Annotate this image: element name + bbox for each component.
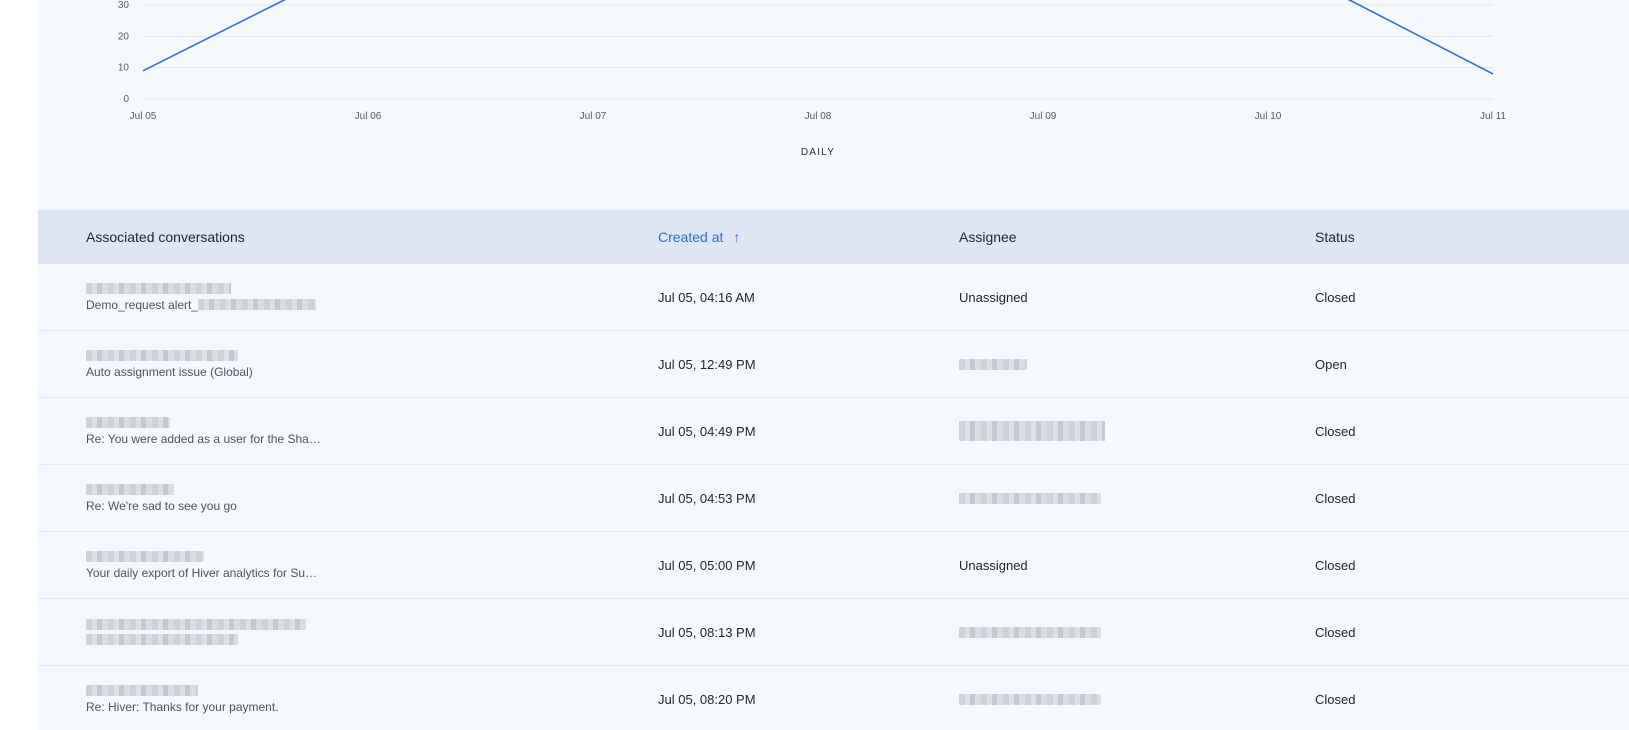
conversation-cell[interactable] [86,599,306,665]
redacted-subject-part [86,634,238,645]
redacted-requester [86,684,198,696]
redacted-requester [86,550,204,562]
table-row[interactable]: Jul 05, 08:13 PM Closed [38,599,1629,666]
conversation-subject-line: Auto assignment issue (Global) [86,365,253,379]
assignee-cell [959,398,1105,464]
x-axis-label: DAILY [801,147,835,158]
status-cell: Closed [1315,490,1356,506]
table-row[interactable]: Auto assignment issue (Global) Jul 05, 12… [38,331,1629,398]
status-cell: Closed [1315,423,1356,439]
status-cell: Closed [1315,557,1356,573]
series-line [142,0,1494,75]
assignee-cell [959,666,1101,730]
created-at-cell: Jul 05, 04:49 PM [658,423,756,439]
redacted-assignee [959,421,1105,441]
conversation-subject: Re: Hiver: Thanks for your payment. [86,699,279,714]
x-tick-label: Jul 07 [580,111,607,122]
conversation-subject-line: Re: We're sad to see you go [86,499,237,513]
created-at-cell: Jul 05, 04:53 PM [658,490,756,506]
conversation-subject-line: Demo_request alert_ [86,297,317,312]
conversations-table: Associated conversations Created at ↑ As… [38,210,1629,730]
x-tick-label: Jul 06 [355,111,382,122]
status-cell: Closed [1315,289,1356,305]
conversation-cell[interactable]: Auto assignment issue (Global) [86,331,253,397]
conversation-subject: Demo_request alert_ [86,297,199,312]
assignee-cell [959,599,1101,665]
table-row[interactable]: Re: You were added as a user for the Sha… [38,398,1629,465]
header-created-at-label: Created at [658,229,724,245]
assignee-cell [959,331,1027,397]
status-cell: Closed [1315,624,1356,640]
status-cell: Closed [1315,691,1356,707]
redacted-subject-part [198,299,317,310]
created-at-cell: Jul 05, 04:16 AM [658,289,755,305]
header-assignee[interactable]: Assignee [959,229,1017,245]
table-row[interactable]: Your daily export of Hiver analytics for… [38,532,1629,599]
assignee-name: Unassigned [959,289,1028,305]
redacted-assignee [959,492,1101,504]
x-tick-label: Jul 11 [1480,111,1506,122]
conversation-subject-line [86,634,238,645]
created-at-cell: Jul 05, 08:20 PM [658,691,756,707]
assignee-name: Unassigned [959,557,1028,573]
conversation-cell[interactable]: Your daily export of Hiver analytics for… [86,532,317,598]
table-row[interactable]: Demo_request alert_ Jul 05, 04:16 AM Unass… [38,264,1629,331]
redacted-requester [86,349,238,361]
table-body: Demo_request alert_ Jul 05, 04:16 AM Unass… [38,264,1629,730]
redacted-assignee [959,358,1027,370]
x-tick-label: Jul 10 [1255,111,1282,122]
redacted-assignee [959,693,1101,705]
header-status[interactable]: Status [1315,229,1355,245]
redacted-requester [86,483,174,495]
conversation-subject: Re: We're sad to see you go [86,498,237,513]
created-at-cell: Jul 05, 05:00 PM [658,557,756,573]
conversation-subject-line: Re: You were added as a user for the Sha… [86,432,321,446]
redacted-requester [86,619,306,630]
y-tick-label: 10 [118,63,130,74]
assignee-cell: Unassigned [959,532,1028,598]
conversation-subject: Your daily export of Hiver analytics for… [86,565,317,580]
y-tick-label: 20 [118,31,130,42]
x-tick-label: Jul 05 [130,111,157,122]
chart-svg: 0 10 20 30 Jul 05 Jul 06 Jul 07 Jul 08 Jul 09 Jul… [118,0,1506,158]
redacted-requester [86,416,170,428]
conversation-cell[interactable]: Re: We're sad to see you go [86,465,237,531]
redacted-assignee [959,626,1101,638]
header-created-at[interactable]: Created at ↑ [658,229,740,245]
table-row[interactable]: Re: Hiver: Thanks for your payment. Jul 0… [38,666,1629,730]
header-associated-conversations[interactable]: Associated conversations [86,229,245,245]
created-at-cell: Jul 05, 12:49 PM [658,356,756,372]
table-row[interactable]: Re: We're sad to see you go Jul 05, 04:53… [38,465,1629,532]
redacted-requester [86,282,231,294]
daily-line-chart: 0 10 20 30 Jul 05 Jul 06 Jul 07 Jul 08 Jul 09 Jul… [38,0,1629,210]
conversation-subject-line: Re: Hiver: Thanks for your payment. [86,700,279,714]
y-tick-label: 30 [118,0,130,11]
x-tick-label: Jul 08 [805,111,832,122]
y-tick-label: 0 [123,94,129,105]
conversation-cell[interactable]: Re: Hiver: Thanks for your payment. [86,666,279,730]
assignee-cell: Unassigned [959,264,1028,330]
y-grid [143,4,1493,100]
conversation-cell[interactable]: Demo_request alert_ [86,264,317,330]
status-cell: Open [1315,356,1347,372]
conversation-cell[interactable]: Re: You were added as a user for the Sha… [86,398,321,464]
conversation-subject: Re: You were added as a user for the Sha… [86,431,321,446]
arrow-up-icon[interactable]: ↑ [733,229,740,245]
assignee-cell [959,465,1101,531]
created-at-cell: Jul 05, 08:13 PM [658,624,756,640]
table-header: Associated conversations Created at ↑ As… [38,210,1629,264]
x-tick-label: Jul 09 [1030,111,1057,122]
conversation-subject-line: Your daily export of Hiver analytics for… [86,566,317,580]
report-panel: 0 10 20 30 Jul 05 Jul 06 Jul 07 Jul 08 Jul 09 Jul… [38,0,1629,730]
conversation-subject: Auto assignment issue (Global) [86,364,253,379]
